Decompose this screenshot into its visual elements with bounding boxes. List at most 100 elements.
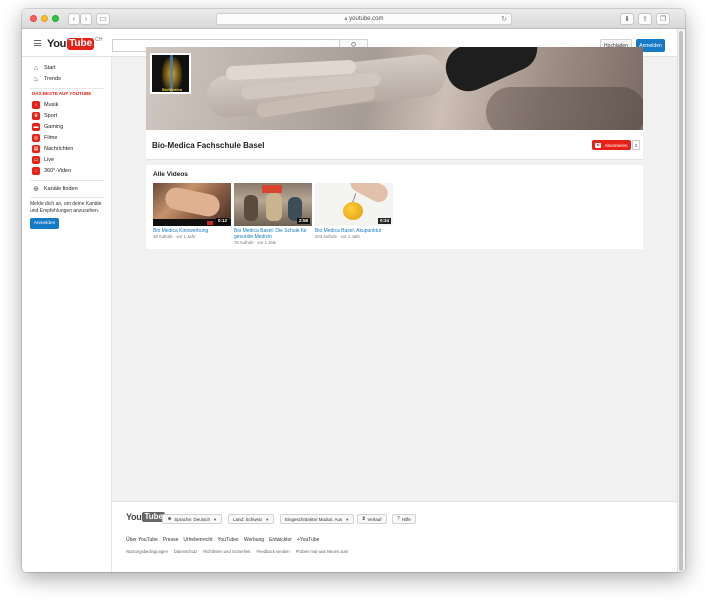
footer-link[interactable]: Datenschutz [174,549,197,554]
sidebar-item-gaming[interactable]: ▬ Gaming [32,122,63,132]
sidebar-heading-best: DAS BESTE AUF YOUTUBE [32,91,92,96]
thumb-shape [266,193,282,221]
chevron-left-icon: ‹ [72,14,76,23]
music-icon: ♪ [32,101,40,109]
video-thumbnail[interactable]: 0:12 [153,183,231,226]
channel-banner [146,47,643,130]
footer-link[interactable]: Entwickler [269,537,292,543]
reload-icon[interactable]: ↻ [501,15,507,23]
help-label: Hilfe [401,516,411,522]
video-item[interactable]: 0:12 Bio Medica Kinowerbung 48 Aufrufe ·… [153,183,231,240]
history-label: Verlauf [367,516,382,522]
youtube-play-icon [595,142,602,148]
plus-circle-icon: ⊕ [33,186,39,193]
sidebar-item-label: Filme [44,135,58,141]
back-button[interactable]: ‹ [68,13,80,25]
chevron-down-icon: ▼ [213,516,218,522]
video-item[interactable]: 0:34 Bio Medica Basel: Akupunktur 203 Au… [315,183,393,240]
section-title[interactable]: Alle Videos [153,171,188,178]
footer-link[interactable]: YouTuber [218,537,239,543]
language-button[interactable]: ☻ Sprache: Deutsch ▼ [162,514,223,524]
footer-link[interactable]: Über YouTube [126,537,158,543]
tabs-button[interactable]: ❐ [656,13,670,25]
sidebar-item-trends[interactable]: ♨ Trends [32,74,61,84]
logo-country-code: CH [95,37,103,43]
trophy-icon: ♛ [32,112,40,120]
scrollbar-thumb[interactable] [679,31,683,571]
subscribe-label: Abonnieren [604,142,628,148]
footer-link[interactable]: Richtlinien und Sicherheit [203,549,250,554]
sidebar-item-nachrichten[interactable]: ▤ Nachrichten [32,144,73,154]
help-button[interactable]: ? Hilfe [392,514,416,524]
language-icon: ☻ [167,516,173,522]
footer-link[interactable]: Urheberrecht [183,537,212,543]
zoom-window-button[interactable] [52,15,59,22]
sidebar-item-live[interactable]: ▭ Live [32,155,54,165]
help-icon: ? [397,516,400,522]
footer-link[interactable]: Nutzungsbedingungen [126,549,168,554]
restricted-mode-button[interactable]: Eingeschränkter Modus: Aus ▼ [280,514,355,524]
channel-title[interactable]: Bio-Medica Fachschule Basel [152,141,264,150]
subscribe-button[interactable]: Abonnieren [592,140,631,150]
sidebar-item-label: Trends [44,76,61,82]
sidebar-item-filme[interactable]: ◎ Filme [32,133,57,143]
thumb-shape [244,195,258,221]
forward-button[interactable]: › [80,13,92,25]
restricted-mode-label: Eingeschränkter Modus: Aus [285,516,343,522]
news-icon: ▤ [32,145,40,153]
footer-link[interactable]: Feedback senden [256,549,289,554]
sidebar-divider [30,88,104,89]
history-button[interactable]: ⧗ Verlauf [357,514,387,524]
footer-link[interactable]: Werbung [244,537,264,543]
sidebar-item-360-video[interactable]: ◌ 360°-Video [32,166,71,176]
footer-youtube-logo[interactable]: You Tube [126,512,165,522]
country-label: Land: Schweiz [233,516,263,522]
video-thumbnail[interactable]: 2:58 [234,183,312,226]
channel-avatar[interactable]: BioMedica [150,53,191,94]
thumb-shape [262,185,282,193]
sidebar-signin-button[interactable]: Anmelden [30,218,59,229]
avatar-label: BioMedica [162,87,183,92]
footer-secondary-links: Nutzungsbedingungen Datenschutz Richtlin… [126,549,348,554]
chevron-down-icon: ▼ [345,516,350,522]
video-duration: 0:34 [377,218,391,224]
video-duration: 2:58 [296,218,310,224]
address-bar[interactable]: 🔒︎ youtube.com ↻ [216,13,512,25]
youtube-logo[interactable]: You Tube CH [47,37,103,50]
sidebar-item-browse-channels[interactable]: ⊕ Kanäle finden [32,184,78,194]
share-button[interactable]: ⇪ [638,13,652,25]
download-icon: ⬇ [624,16,630,23]
close-window-button[interactable] [30,15,37,22]
sidebar-icon: ▭ [99,14,107,23]
footer-link[interactable]: Presse [163,537,179,543]
subscriber-count: 3 [632,140,640,150]
language-label: Sprache: Deutsch [174,516,211,522]
chevron-down-icon: ▼ [265,516,270,522]
footer-link[interactable]: Probier mal was Neues aus! [296,549,348,554]
sidebar-item-start[interactable]: ⌂ Start [32,63,56,73]
downloads-button[interactable]: ⬇ [620,13,634,25]
video-thumbnail[interactable]: 0:34 [315,183,393,226]
sidebar-toggle-button[interactable]: ▭ [96,13,110,25]
share-icon: ⇪ [642,16,648,23]
video-title[interactable]: Bio Medica Basel: Die Schule für gesunde… [234,228,312,240]
videos-section: Alle Videos 0:12 Bio Medica Kinowerbung … [146,165,643,249]
logo-tube-text: Tube [67,38,95,50]
guide-sidebar: ⌂ Start ♨ Trends DAS BESTE AUF YOUTUBE ♪… [22,57,112,572]
gamepad-icon: ▬ [32,123,40,131]
video-duration: 0:12 [215,218,229,224]
country-button[interactable]: Land: Schweiz ▼ [228,514,275,524]
sidebar-item-label: Start [44,65,56,71]
banner-shadow [486,87,643,130]
film-icon: ◎ [32,134,40,142]
thumb-shape [207,221,213,225]
menu-icon[interactable] [34,40,41,48]
logo-you-text: You [126,512,142,522]
sidebar-item-musik[interactable]: ♪ Musik [32,100,58,110]
page-footer: You Tube ☻ Sprache: Deutsch ▼ Land: Schw… [112,501,677,572]
lock-icon: 🔒︎ [344,16,348,22]
video-item[interactable]: 2:58 Bio Medica Basel: Die Schule für ge… [234,183,312,246]
minimize-window-button[interactable] [41,15,48,22]
sidebar-item-sport[interactable]: ♛ Sport [32,111,57,121]
footer-link[interactable]: +YouTube [297,537,320,543]
